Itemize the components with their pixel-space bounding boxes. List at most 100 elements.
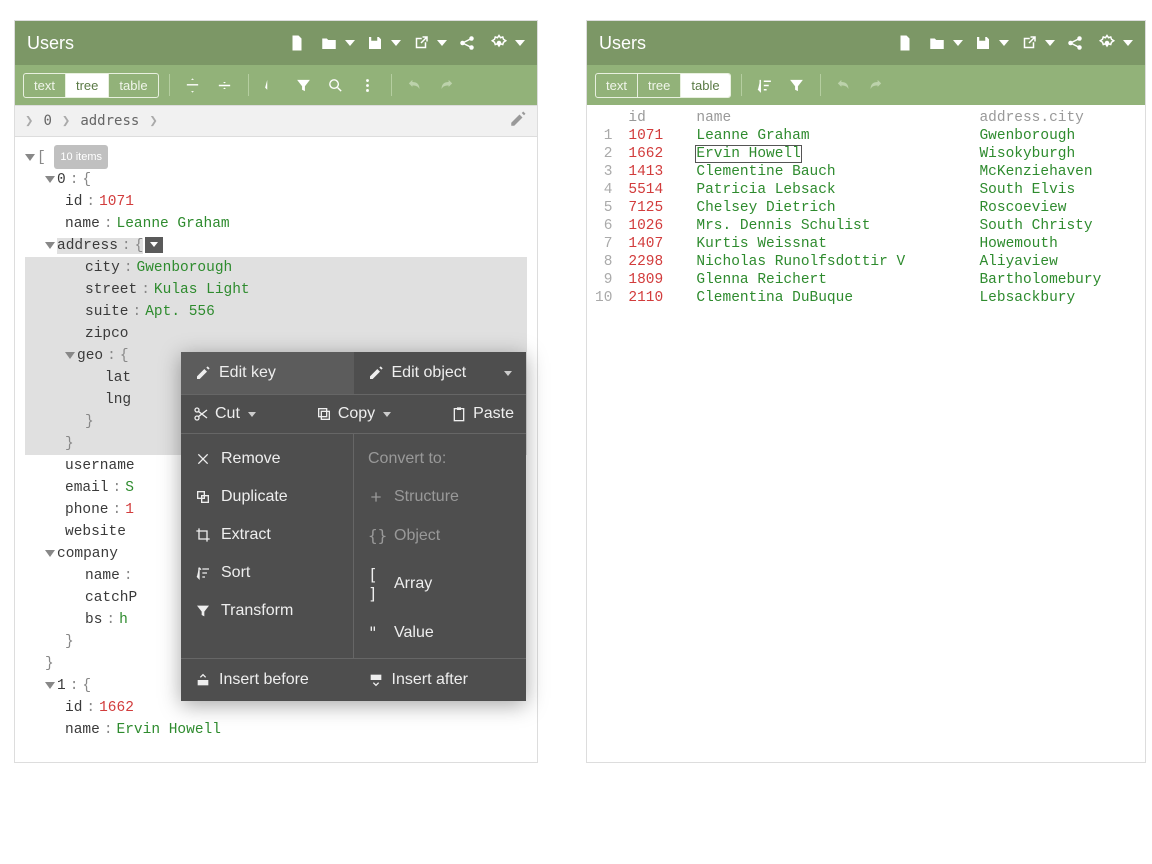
share-icon[interactable] xyxy=(1063,31,1087,55)
export-icon[interactable] xyxy=(409,31,433,55)
collapse-toggle[interactable] xyxy=(25,154,35,161)
open-icon[interactable] xyxy=(317,31,341,55)
open-dropdown[interactable] xyxy=(345,40,355,46)
sort-icon[interactable] xyxy=(259,72,285,98)
cell-city[interactable]: South Elvis xyxy=(971,181,1145,199)
data-table[interactable]: id name address.city 11071Leanne GrahamG… xyxy=(587,105,1145,311)
table-row[interactable]: 61026Mrs. Dennis SchulistSouth Christy xyxy=(587,217,1145,235)
convert-structure-button[interactable]: Structure xyxy=(354,478,526,516)
insert-after-button[interactable]: Insert after xyxy=(354,659,527,701)
cell-id[interactable]: 1662 xyxy=(620,145,688,163)
collapse-toggle[interactable] xyxy=(45,550,55,557)
duplicate-button[interactable]: Duplicate xyxy=(181,478,353,516)
table-row[interactable]: 91809Glenna ReichertBartholomebury xyxy=(587,271,1145,289)
key-lng[interactable]: lng xyxy=(105,392,131,408)
export-dropdown[interactable] xyxy=(1045,40,1055,46)
convert-array-button[interactable]: [ ]Array xyxy=(354,555,526,613)
edit-key-button[interactable]: Edit key xyxy=(181,352,354,394)
filter-icon[interactable] xyxy=(784,72,810,98)
open-dropdown[interactable] xyxy=(953,40,963,46)
cell-id[interactable]: 1071 xyxy=(620,127,688,145)
table-row[interactable]: 31413Clementine BauchMcKenziehaven xyxy=(587,163,1145,181)
key-suite[interactable]: suite xyxy=(85,304,129,320)
cell-id[interactable]: 2298 xyxy=(620,253,688,271)
cell-id[interactable]: 1413 xyxy=(620,163,688,181)
key-bs[interactable]: bs xyxy=(85,612,102,628)
collapse-toggle[interactable] xyxy=(65,352,75,359)
cell-name[interactable]: Ervin Howell xyxy=(688,145,971,163)
edit-icon[interactable] xyxy=(509,110,527,132)
col-city[interactable]: address.city xyxy=(971,109,1145,127)
cell-name[interactable]: Mrs. Dennis Schulist xyxy=(688,217,971,235)
mode-tree[interactable]: tree xyxy=(66,74,109,97)
settings-dropdown[interactable] xyxy=(1123,40,1133,46)
key-city[interactable]: city xyxy=(85,260,120,276)
val-name[interactable]: Leanne Graham xyxy=(117,216,230,232)
cell-id[interactable]: 1407 xyxy=(620,235,688,253)
key-name[interactable]: name xyxy=(65,722,100,738)
redo-icon[interactable] xyxy=(434,72,460,98)
mode-table[interactable]: table xyxy=(681,74,729,97)
breadcrumb-idx[interactable]: 0 xyxy=(43,113,51,129)
key-id[interactable]: id xyxy=(65,700,82,716)
val-city[interactable]: Gwenborough xyxy=(137,260,233,276)
table-row[interactable]: 45514Patricia LebsackSouth Elvis xyxy=(587,181,1145,199)
cell-name[interactable]: Clementine Bauch xyxy=(688,163,971,181)
cell-city[interactable]: Wisokyburgh xyxy=(971,145,1145,163)
redo-icon[interactable] xyxy=(863,72,889,98)
chevron-right-icon[interactable]: ❯ xyxy=(25,113,33,129)
key-id[interactable]: id xyxy=(65,194,82,210)
remove-button[interactable]: Remove xyxy=(181,440,353,478)
share-icon[interactable] xyxy=(455,31,479,55)
key-lat[interactable]: lat xyxy=(105,370,131,386)
cell-name[interactable]: Chelsey Dietrich xyxy=(688,199,971,217)
table-row[interactable]: 21662Ervin HowellWisokyburgh xyxy=(587,145,1145,163)
cut-button[interactable]: Cut xyxy=(193,405,240,423)
mode-text[interactable]: text xyxy=(24,74,66,97)
table-row[interactable]: 11071Leanne GrahamGwenborough xyxy=(587,127,1145,145)
table-row[interactable]: 71407Kurtis WeissnatHowemouth xyxy=(587,235,1145,253)
settings-icon[interactable] xyxy=(1095,31,1119,55)
key-company[interactable]: company xyxy=(57,546,118,562)
extract-button[interactable]: Extract xyxy=(181,516,353,554)
settings-icon[interactable] xyxy=(487,31,511,55)
key-email[interactable]: email xyxy=(65,480,109,496)
settings-dropdown[interactable] xyxy=(515,40,525,46)
mode-text[interactable]: text xyxy=(596,74,638,97)
cell-name[interactable]: Glenna Reichert xyxy=(688,271,971,289)
open-icon[interactable] xyxy=(925,31,949,55)
save-icon[interactable] xyxy=(971,31,995,55)
val-street[interactable]: Kulas Light xyxy=(154,282,250,298)
table-row[interactable]: 57125Chelsey DietrichRoscoeview xyxy=(587,199,1145,217)
cell-city[interactable]: Lebsackbury xyxy=(971,289,1145,307)
collapse-toggle[interactable] xyxy=(45,176,55,183)
insert-before-button[interactable]: Insert before xyxy=(181,659,354,701)
filter-icon[interactable] xyxy=(291,72,317,98)
key-phone[interactable]: phone xyxy=(65,502,109,518)
val-phone[interactable]: 1 xyxy=(125,502,134,518)
new-icon[interactable] xyxy=(285,31,309,55)
new-icon[interactable] xyxy=(893,31,917,55)
cell-name[interactable]: Kurtis Weissnat xyxy=(688,235,971,253)
key-catchphrase[interactable]: catchP xyxy=(85,590,137,606)
key-website[interactable]: website xyxy=(65,524,126,540)
val-id[interactable]: 1662 xyxy=(99,700,134,716)
mode-table[interactable]: table xyxy=(109,74,157,97)
col-id[interactable]: id xyxy=(620,109,688,127)
chevron-down-icon[interactable] xyxy=(248,412,256,417)
val-bs[interactable]: h xyxy=(119,612,128,628)
edit-object-button[interactable]: Edit object xyxy=(354,352,527,394)
undo-icon[interactable] xyxy=(402,72,428,98)
collapse-toggle[interactable] xyxy=(45,242,55,249)
key-street[interactable]: street xyxy=(85,282,137,298)
breadcrumb-field[interactable]: address xyxy=(80,113,139,129)
save-dropdown[interactable] xyxy=(391,40,401,46)
expand-all-icon[interactable] xyxy=(180,72,206,98)
cell-city[interactable]: South Christy xyxy=(971,217,1145,235)
cell-city[interactable]: Howemouth xyxy=(971,235,1145,253)
more-icon[interactable] xyxy=(355,72,381,98)
val-name[interactable]: Ervin Howell xyxy=(117,722,221,738)
context-menu-trigger[interactable] xyxy=(145,237,163,253)
key-zipcode[interactable]: zipco xyxy=(85,326,129,342)
cell-city[interactable]: McKenziehaven xyxy=(971,163,1145,181)
